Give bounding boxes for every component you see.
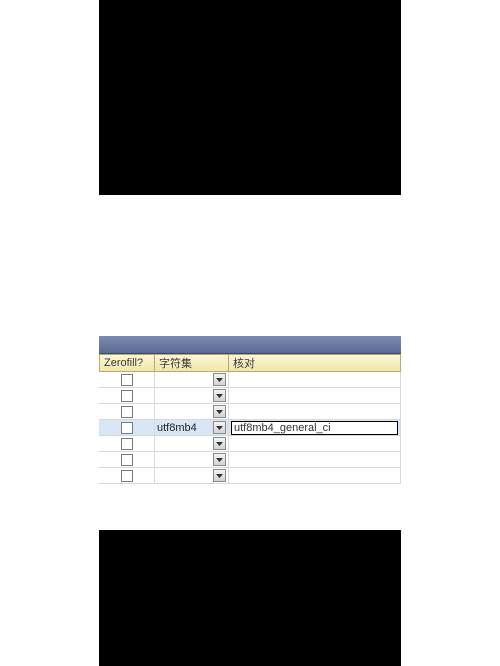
charset-combo[interactable] — [157, 452, 226, 467]
zerofill-checkbox[interactable] — [121, 374, 133, 386]
cell-charset[interactable] — [155, 388, 229, 403]
chevron-down-icon[interactable] — [213, 453, 226, 466]
zerofill-checkbox[interactable] — [121, 406, 133, 418]
cell-collation[interactable] — [229, 452, 401, 467]
cell-zerofill[interactable] — [99, 436, 155, 451]
cell-collation[interactable]: utf8mb4_general_ci — [229, 420, 401, 435]
zerofill-checkbox[interactable] — [121, 390, 133, 402]
header-charset[interactable]: 字符集 — [155, 354, 229, 372]
chevron-down-icon[interactable] — [213, 469, 226, 482]
table-row[interactable] — [99, 452, 401, 468]
cell-charset[interactable] — [155, 468, 229, 483]
column-grid: Zerofill? 字符集 核对 utf8mb4 utf8mb4_general_… — [99, 354, 401, 484]
cell-charset[interactable] — [155, 404, 229, 419]
table-row[interactable] — [99, 372, 401, 388]
panel-titlebar[interactable] — [99, 336, 401, 354]
charset-combo[interactable] — [157, 436, 226, 451]
cell-charset[interactable] — [155, 372, 229, 387]
cell-zerofill[interactable] — [99, 420, 155, 435]
table-row[interactable] — [99, 388, 401, 404]
charset-combo[interactable] — [157, 468, 226, 483]
chevron-down-icon[interactable] — [213, 421, 226, 434]
header-zerofill[interactable]: Zerofill? — [99, 354, 155, 372]
charset-combo[interactable]: utf8mb4 — [157, 420, 226, 435]
cell-charset[interactable]: utf8mb4 — [155, 420, 229, 435]
stage: Zerofill? 字符集 核对 utf8mb4 utf8mb4_general_… — [0, 0, 500, 666]
zerofill-checkbox[interactable] — [121, 422, 133, 434]
cell-collation[interactable] — [229, 388, 401, 403]
cell-zerofill[interactable] — [99, 372, 155, 387]
cell-collation[interactable] — [229, 404, 401, 419]
chevron-down-icon[interactable] — [213, 389, 226, 402]
header-collation[interactable]: 核对 — [229, 354, 401, 372]
cell-collation[interactable] — [229, 436, 401, 451]
cell-zerofill[interactable] — [99, 404, 155, 419]
chevron-down-icon[interactable] — [213, 437, 226, 450]
letterbox-top — [99, 0, 401, 195]
collation-editor[interactable]: utf8mb4_general_ci — [231, 421, 398, 435]
charset-combo[interactable] — [157, 372, 226, 387]
grid-header-row: Zerofill? 字符集 核对 — [99, 354, 401, 372]
table-row[interactable] — [99, 436, 401, 452]
table-row[interactable]: utf8mb4 utf8mb4_general_ci — [99, 420, 401, 436]
grid-body: utf8mb4 utf8mb4_general_ci — [99, 372, 401, 484]
chevron-down-icon[interactable] — [213, 373, 226, 386]
chevron-down-icon[interactable] — [213, 405, 226, 418]
zerofill-checkbox[interactable] — [121, 470, 133, 482]
letterbox-bottom — [99, 530, 401, 666]
cell-collation[interactable] — [229, 372, 401, 387]
charset-combo[interactable] — [157, 388, 226, 403]
table-row[interactable] — [99, 404, 401, 420]
cell-charset[interactable] — [155, 452, 229, 467]
zerofill-checkbox[interactable] — [121, 438, 133, 450]
charset-combo[interactable] — [157, 404, 226, 419]
cell-zerofill[interactable] — [99, 452, 155, 467]
table-row[interactable] — [99, 468, 401, 484]
cell-zerofill[interactable] — [99, 388, 155, 403]
cell-charset[interactable] — [155, 436, 229, 451]
cell-zerofill[interactable] — [99, 468, 155, 483]
db-grid-panel: Zerofill? 字符集 核对 utf8mb4 utf8mb4_general_… — [99, 336, 401, 492]
zerofill-checkbox[interactable] — [121, 454, 133, 466]
cell-collation[interactable] — [229, 468, 401, 483]
charset-value: utf8mb4 — [157, 422, 213, 434]
